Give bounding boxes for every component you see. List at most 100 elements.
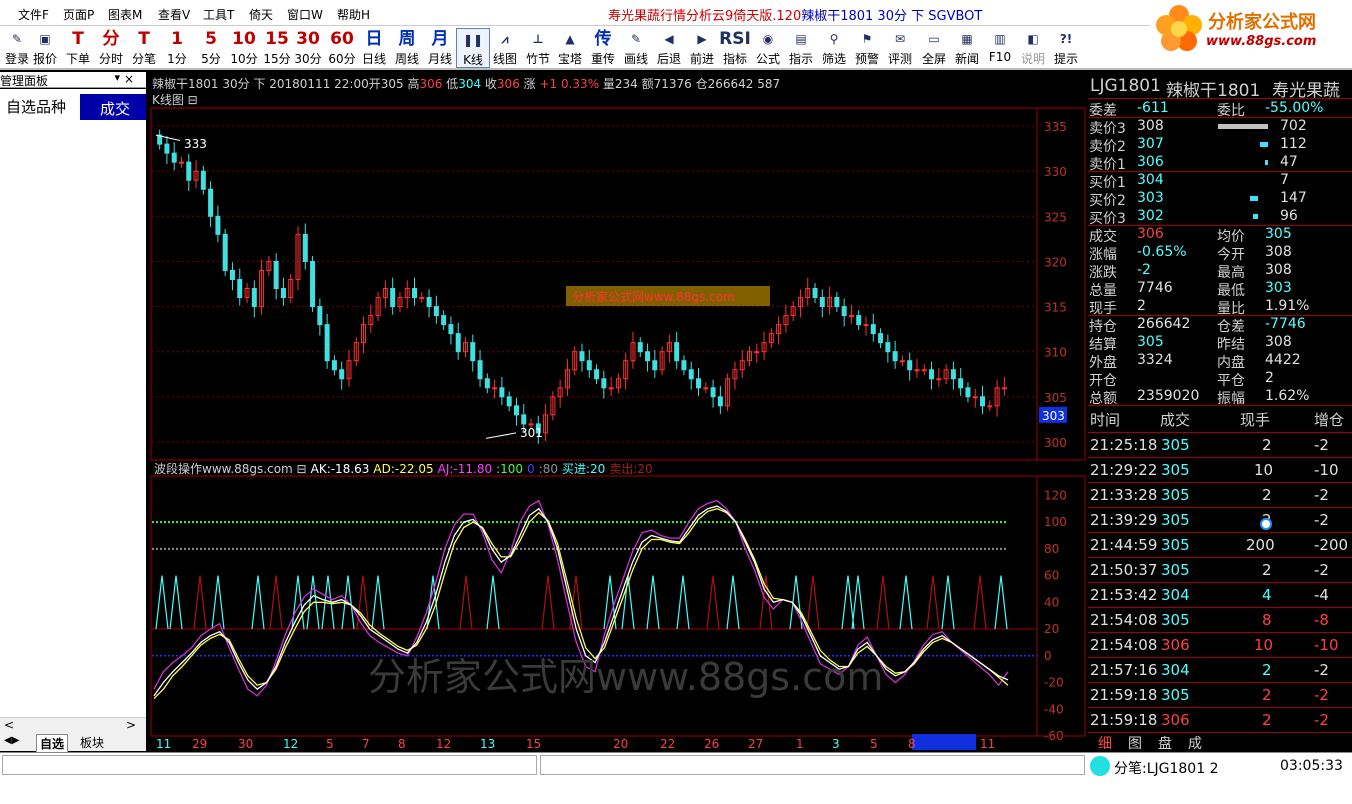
price-tick-label: 300	[1044, 436, 1067, 450]
quote-tab-0[interactable]: 细	[1098, 733, 1112, 752]
menu-tools[interactable]: 工具T	[203, 6, 234, 23]
weibi-value: -55.00%	[1265, 100, 1324, 116]
toolbar-button-11[interactable]: 日日线	[357, 28, 391, 68]
candle-body	[717, 396, 723, 407]
date-tick-label: 22	[660, 737, 675, 751]
quote-tab-3[interactable]: 成	[1188, 733, 1202, 752]
toolbar-button-12[interactable]: 周周线	[390, 28, 424, 68]
tick-row: 21:44:59 305 200 -200	[1088, 533, 1352, 558]
toolbar-button-14[interactable]: ❚❚ K线	[456, 28, 490, 68]
quote-code: LJG1801	[1090, 76, 1161, 96]
tab-nav-icon[interactable]: ◀▶	[4, 735, 19, 746]
horizontal-scrollbar[interactable]: < >	[0, 717, 146, 733]
indicator-ad: AD:-22.05	[373, 462, 433, 476]
stat-value: 308	[1265, 334, 1292, 350]
toolbar-button-26[interactable]: ⚑ 预警	[850, 28, 884, 68]
toolbar-button-6[interactable]: 5 5分	[194, 28, 228, 68]
scroll-left-icon[interactable]: <	[4, 718, 14, 732]
toolbar-button-7[interactable]: 10 10分	[227, 28, 261, 68]
candle-body	[980, 396, 986, 407]
buy-signal-spike	[851, 575, 865, 630]
menu-page[interactable]: 页面P	[63, 6, 94, 23]
toolbar-button-8[interactable]: 15 15分	[260, 28, 294, 68]
tick-volume: 2	[1262, 436, 1272, 454]
ask-label: 卖价2	[1089, 139, 1126, 155]
menu-view[interactable]: 查看V	[158, 6, 190, 23]
tick-row: 21:59:18 306 2 -2	[1088, 708, 1352, 733]
price-tick-label: 320	[1044, 255, 1067, 269]
menu-file[interactable]: 文件F	[18, 6, 49, 23]
menu-window[interactable]: 窗口W	[287, 6, 323, 23]
chart-area[interactable]: 辣椒干1801 30分 下 20180111 22:00开305 高306 低3…	[148, 72, 1269, 752]
toolbar-button-31[interactable]: ◧ 说明	[1016, 28, 1050, 68]
tick-price: 305	[1161, 561, 1190, 579]
panel-pin-icon[interactable]: ▾	[114, 71, 120, 84]
favorites-label[interactable]: 自选品种	[6, 96, 66, 117]
bid-label: 买价1	[1089, 175, 1126, 191]
toolbar-button-23[interactable]: ◉ 公式	[751, 28, 785, 68]
menu-yitian[interactable]: 倚天	[249, 6, 273, 23]
tab-favorites[interactable]: 自选	[36, 734, 69, 753]
toolbar-button-19[interactable]: ✎ 画线	[619, 28, 653, 68]
quote-tab-2[interactable]: 盘	[1158, 733, 1172, 752]
menu-help[interactable]: 帮助H	[337, 6, 370, 23]
candle-body	[506, 396, 512, 407]
toolbar-button-10[interactable]: 60 60分	[325, 28, 359, 68]
tick-price: 305	[1161, 436, 1190, 454]
sell-signal-spike	[806, 575, 820, 630]
panel-close-icon[interactable]: ×	[124, 72, 134, 86]
tick-oi-change: -10	[1314, 461, 1339, 479]
status-ticker: 分笔:LJG1801 2	[1114, 761, 1219, 777]
toolbar-button-5[interactable]: 1 1分	[160, 28, 194, 68]
ticks-header: 时间 成交 现手 增仓	[1088, 406, 1352, 431]
stat-label: 今开	[1217, 247, 1245, 263]
flower-logo-icon	[1156, 5, 1202, 51]
scroll-right-icon[interactable]: >	[126, 718, 136, 732]
candle-body	[455, 333, 461, 353]
toolbar-label: 分笔	[131, 52, 156, 66]
toolbar-button-29[interactable]: ▦ 新闻	[950, 28, 984, 68]
toolbar-button-27[interactable]: ✉ 评测	[883, 28, 917, 68]
watermark-small: 分析家公式网www.88gs.com	[572, 289, 735, 304]
quote-panel: LJG1801 辣椒干1801 寿光果蔬 委差 -611 委比 -55.00% 卖价3 308 7…	[1088, 72, 1352, 752]
toolbar-icon: ❚❚	[462, 33, 484, 47]
toolbar-button-28[interactable]: ▭ 全屏	[917, 28, 951, 68]
toolbar-button-16[interactable]: ⊥ 竹节	[521, 28, 555, 68]
tick-volume: 4	[1262, 586, 1272, 604]
quote-tab-1[interactable]: 图	[1128, 733, 1142, 752]
toolbar-button-22[interactable]: RSI 指标	[718, 28, 752, 68]
deal-tab[interactable]: 成交	[80, 94, 146, 120]
min-price-label: 301	[520, 426, 543, 440]
toolbar-button-9[interactable]: 30 30分	[291, 28, 325, 68]
toolbar-button-21[interactable]: ▶ 前进	[685, 28, 719, 68]
toolbar-button-2[interactable]: T 下单	[61, 28, 95, 68]
toolbar-button-18[interactable]: 传重传	[586, 28, 620, 68]
toolbar-button-30[interactable]: ▥ F10	[983, 28, 1017, 68]
tab-sectors[interactable]: 板块	[80, 734, 104, 751]
toolbar-button-15[interactable]: ⩘ 线图	[488, 28, 522, 68]
menu-chart[interactable]: 图表M	[108, 6, 142, 23]
ask-price: 306	[1137, 154, 1164, 170]
trading-window: 文件F 页面P 图表M 查看V 工具T 倚天 窗口W 帮助H 寿光果蔬行情分析云…	[0, 0, 1352, 804]
toolbar-button-24[interactable]: ▤ 指示	[784, 28, 818, 68]
stat-label: 内盘	[1217, 355, 1245, 371]
toolbar-button-25[interactable]: ⚲ 筛选	[817, 28, 851, 68]
candle-body	[412, 288, 418, 299]
toolbar-icon: ⩘	[501, 32, 509, 46]
ask-price: 307	[1137, 136, 1164, 152]
toolbar-button-13[interactable]: 月月线	[423, 28, 457, 68]
candle-body	[310, 260, 316, 308]
tick-volume: 2	[1262, 486, 1272, 504]
tick-oi-change: -2	[1314, 711, 1329, 729]
toolbar-button-1[interactable]: ▣ 报价	[28, 28, 62, 68]
toolbar-button-17[interactable]: ▲ 宝塔	[553, 28, 587, 68]
toolbar-button-4[interactable]: T 分笔	[127, 28, 161, 68]
chart-svg[interactable]: 辣椒干1801 30分 下 20180111 22:00开305 高306 低3…	[148, 72, 1269, 752]
toolbar-button-20[interactable]: ◀ 后退	[652, 28, 686, 68]
toolbar-icon: ▶	[697, 32, 707, 46]
toolbar-button-3[interactable]: 分分时	[94, 28, 128, 68]
buy-signal-spike	[251, 575, 265, 630]
candle-body	[419, 297, 425, 300]
date-tick-label: 1	[796, 737, 804, 751]
toolbar-button-32[interactable]: ?! 提示	[1049, 28, 1083, 68]
